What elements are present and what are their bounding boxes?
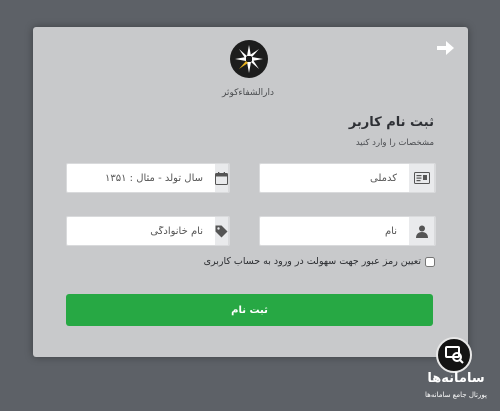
national-code-field xyxy=(259,163,436,193)
register-button[interactable]: ثبت نام xyxy=(66,294,433,326)
form-title: ثبت نام کاربر xyxy=(348,115,434,130)
arrow-right-icon[interactable] xyxy=(434,37,456,59)
registration-card: دارالشفاءکوثر ثبت نام کاربر مشخصات را وا… xyxy=(33,27,468,357)
last-name-input[interactable] xyxy=(66,217,215,245)
first-name-input[interactable] xyxy=(260,217,409,245)
watermark-name: سامانه‌ها xyxy=(427,371,485,386)
set-password-option[interactable]: تعیین رمز عبور جهت سهولت در ورود به حساب… xyxy=(204,256,435,267)
set-password-label: تعیین رمز عبور جهت سهولت در ورود به حساب… xyxy=(203,256,421,267)
logo-caption: دارالشفاءکوثر xyxy=(221,88,275,98)
form-subtitle: مشخصات را وارد کنید xyxy=(355,138,434,148)
calendar-icon xyxy=(215,164,229,192)
last-name-field xyxy=(66,216,230,246)
logo-emblem-icon xyxy=(233,43,265,75)
watermark-tagline: پورتال جامع سامانه‌ها xyxy=(425,391,487,399)
first-name-field xyxy=(259,216,436,246)
user-icon xyxy=(409,217,435,245)
watermark: سامانه‌ها پورتال جامع سامانه‌ها xyxy=(414,337,498,405)
national-code-input[interactable] xyxy=(260,164,409,192)
portal-logo-icon xyxy=(436,337,472,373)
logo xyxy=(230,40,268,78)
id-card-icon xyxy=(409,164,435,192)
birth-year-input[interactable] xyxy=(66,164,215,192)
tag-icon xyxy=(215,217,229,245)
birth-year-field xyxy=(66,163,230,193)
set-password-checkbox[interactable] xyxy=(425,256,435,267)
